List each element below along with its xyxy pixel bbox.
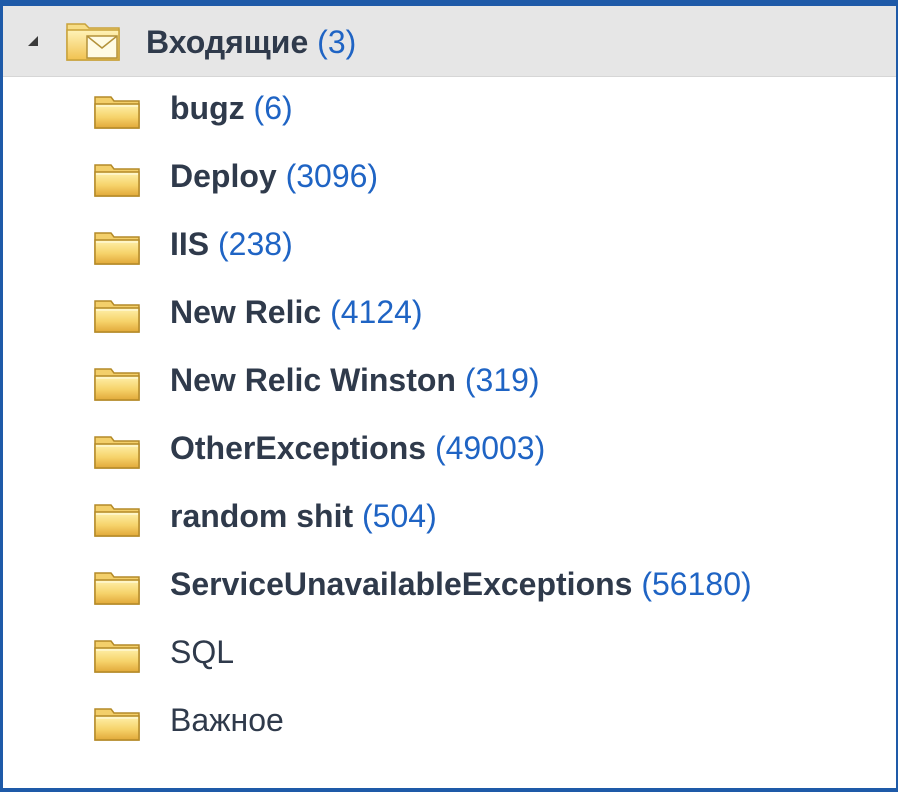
inbox-folder-icon — [66, 23, 120, 61]
tree-item-folder[interactable]: Deploy (3096) — [3, 144, 896, 212]
folder-icon — [94, 300, 140, 333]
tree-item-folder[interactable]: ServiceUnavailableExceptions (56180) — [3, 552, 896, 620]
folder-icon — [94, 504, 140, 537]
unread-count: (49003) — [434, 430, 546, 466]
unread-count: (6) — [253, 90, 293, 126]
tree-item-label: New Relic (4124) — [170, 292, 423, 332]
tree-item-folder[interactable]: IIS (238) — [3, 212, 896, 280]
folder-icon — [94, 96, 140, 129]
tree-item-label: Deploy (3096) — [170, 156, 378, 196]
folder-pane: Входящие (3) bugz (6) Deploy (3096) IIS … — [0, 0, 898, 792]
unread-count: (3096) — [285, 158, 379, 194]
folder-name: random shit — [170, 498, 354, 534]
tree-item-label: SQL — [170, 632, 234, 672]
tree-item-label: ServiceUnavailableExceptions (56180) — [170, 564, 752, 604]
folder-name: OtherExceptions — [170, 430, 427, 466]
tree-item-folder[interactable]: random shit (504) — [3, 484, 896, 552]
tree-item-label: random shit (504) — [170, 496, 437, 536]
folder-name: Deploy — [170, 158, 277, 194]
tree-item-label: New Relic Winston (319) — [170, 360, 540, 400]
tree-item-folder[interactable]: New Relic (4124) — [3, 280, 896, 348]
unread-count: (4124) — [330, 294, 423, 330]
tree-item-label: Входящие (3) — [146, 22, 356, 62]
folder-name: Входящие — [146, 24, 309, 60]
unread-count: (504) — [362, 498, 437, 534]
folder-name: New Relic — [170, 294, 322, 330]
folder-name: New Relic Winston — [170, 362, 456, 398]
unread-count: (238) — [218, 226, 293, 262]
tree-item-label: OtherExceptions (49003) — [170, 428, 545, 468]
unread-count: (319) — [464, 362, 540, 398]
unread-count: (56180) — [641, 566, 752, 602]
tree-item-folder[interactable]: New Relic Winston (319) — [3, 348, 896, 416]
tree-item-label: bugz (6) — [170, 88, 293, 128]
folder-icon — [94, 164, 140, 197]
folder-icon — [94, 572, 140, 605]
folder-name: SQL — [170, 634, 235, 670]
folder-icon — [94, 640, 140, 673]
tree-item-label: Важное — [170, 700, 284, 740]
folder-icon — [94, 368, 140, 401]
folder-icon — [94, 232, 140, 265]
tree-item-label: IIS (238) — [170, 224, 293, 264]
folder-name: Важное — [170, 702, 284, 738]
unread-count: (3) — [317, 24, 357, 60]
folder-icon — [94, 436, 140, 469]
folder-icon — [94, 708, 140, 741]
tree-item-folder[interactable]: Важное — [3, 688, 896, 756]
tree-item-inbox[interactable]: Входящие (3) — [3, 6, 896, 77]
folder-name: ServiceUnavailableExceptions — [170, 566, 633, 602]
folder-name: bugz — [170, 90, 245, 126]
tree-item-folder[interactable]: OtherExceptions (49003) — [3, 416, 896, 484]
subfolder-list: bugz (6) Deploy (3096) IIS (238) New Rel… — [3, 76, 896, 756]
tree-item-folder[interactable]: bugz (6) — [3, 76, 896, 144]
tree-item-folder[interactable]: SQL — [3, 620, 896, 688]
folder-name: IIS — [170, 226, 210, 262]
collapse-arrow-icon[interactable] — [28, 36, 38, 46]
